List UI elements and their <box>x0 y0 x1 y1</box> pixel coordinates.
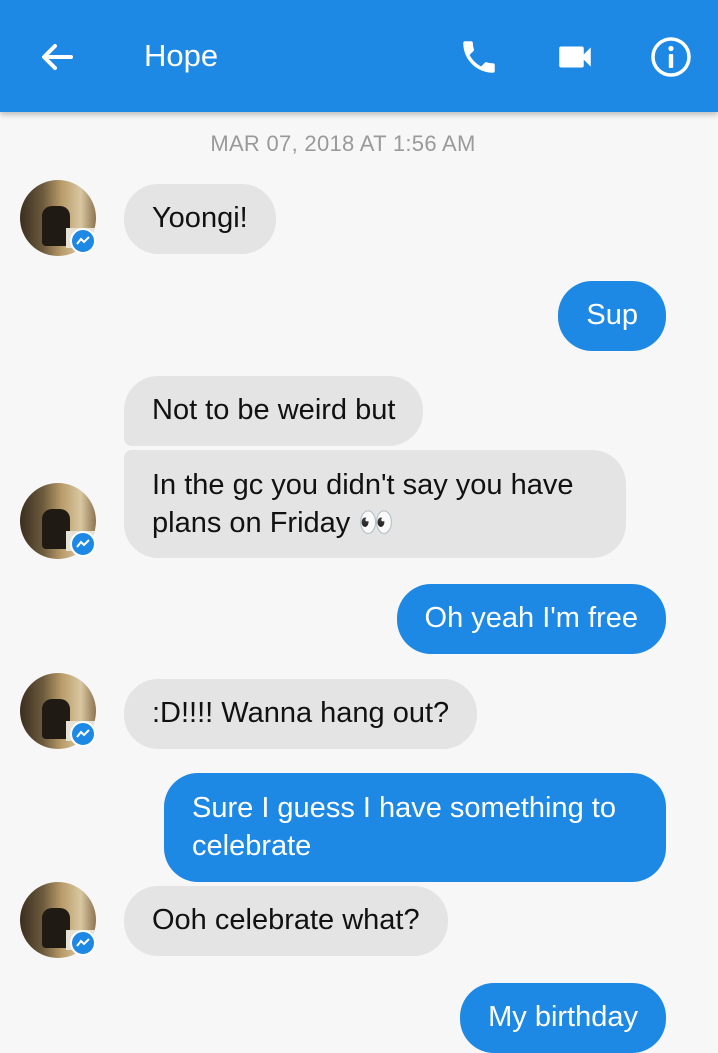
messenger-badge-icon <box>70 531 96 557</box>
incoming-message[interactable]: Ooh celebrate what? <box>124 886 448 956</box>
messenger-badge-icon <box>70 228 96 254</box>
incoming-message[interactable]: Yoongi! <box>124 184 276 254</box>
info-icon[interactable] <box>648 34 694 80</box>
outgoing-message[interactable]: My birthday <box>460 983 666 1053</box>
app-bar: Hope <box>0 0 718 112</box>
outgoing-message[interactable]: Oh yeah I'm free <box>396 584 666 654</box>
outgoing-message[interactable]: Sup <box>558 281 666 351</box>
back-arrow-icon[interactable] <box>34 34 80 80</box>
message-timestamp: MAR 07, 2018 AT 1:56 AM <box>210 131 476 156</box>
outgoing-message[interactable]: Sure I guess I have something to celebra… <box>164 773 666 882</box>
messenger-badge-icon <box>70 721 96 747</box>
conversation-title[interactable]: Hope <box>144 38 218 74</box>
video-camera-icon[interactable] <box>552 34 598 80</box>
avatar[interactable] <box>20 882 96 958</box>
incoming-message[interactable]: Not to be weird but <box>124 376 424 446</box>
messenger-badge-icon <box>70 930 96 956</box>
avatar[interactable] <box>20 673 96 749</box>
incoming-message[interactable]: :D!!!! Wanna hang out? <box>124 679 478 749</box>
avatar[interactable] <box>20 180 96 256</box>
avatar[interactable] <box>20 483 96 559</box>
incoming-message[interactable]: In the gc you didn't say you have plans … <box>124 450 626 558</box>
phone-icon[interactable] <box>456 34 502 80</box>
